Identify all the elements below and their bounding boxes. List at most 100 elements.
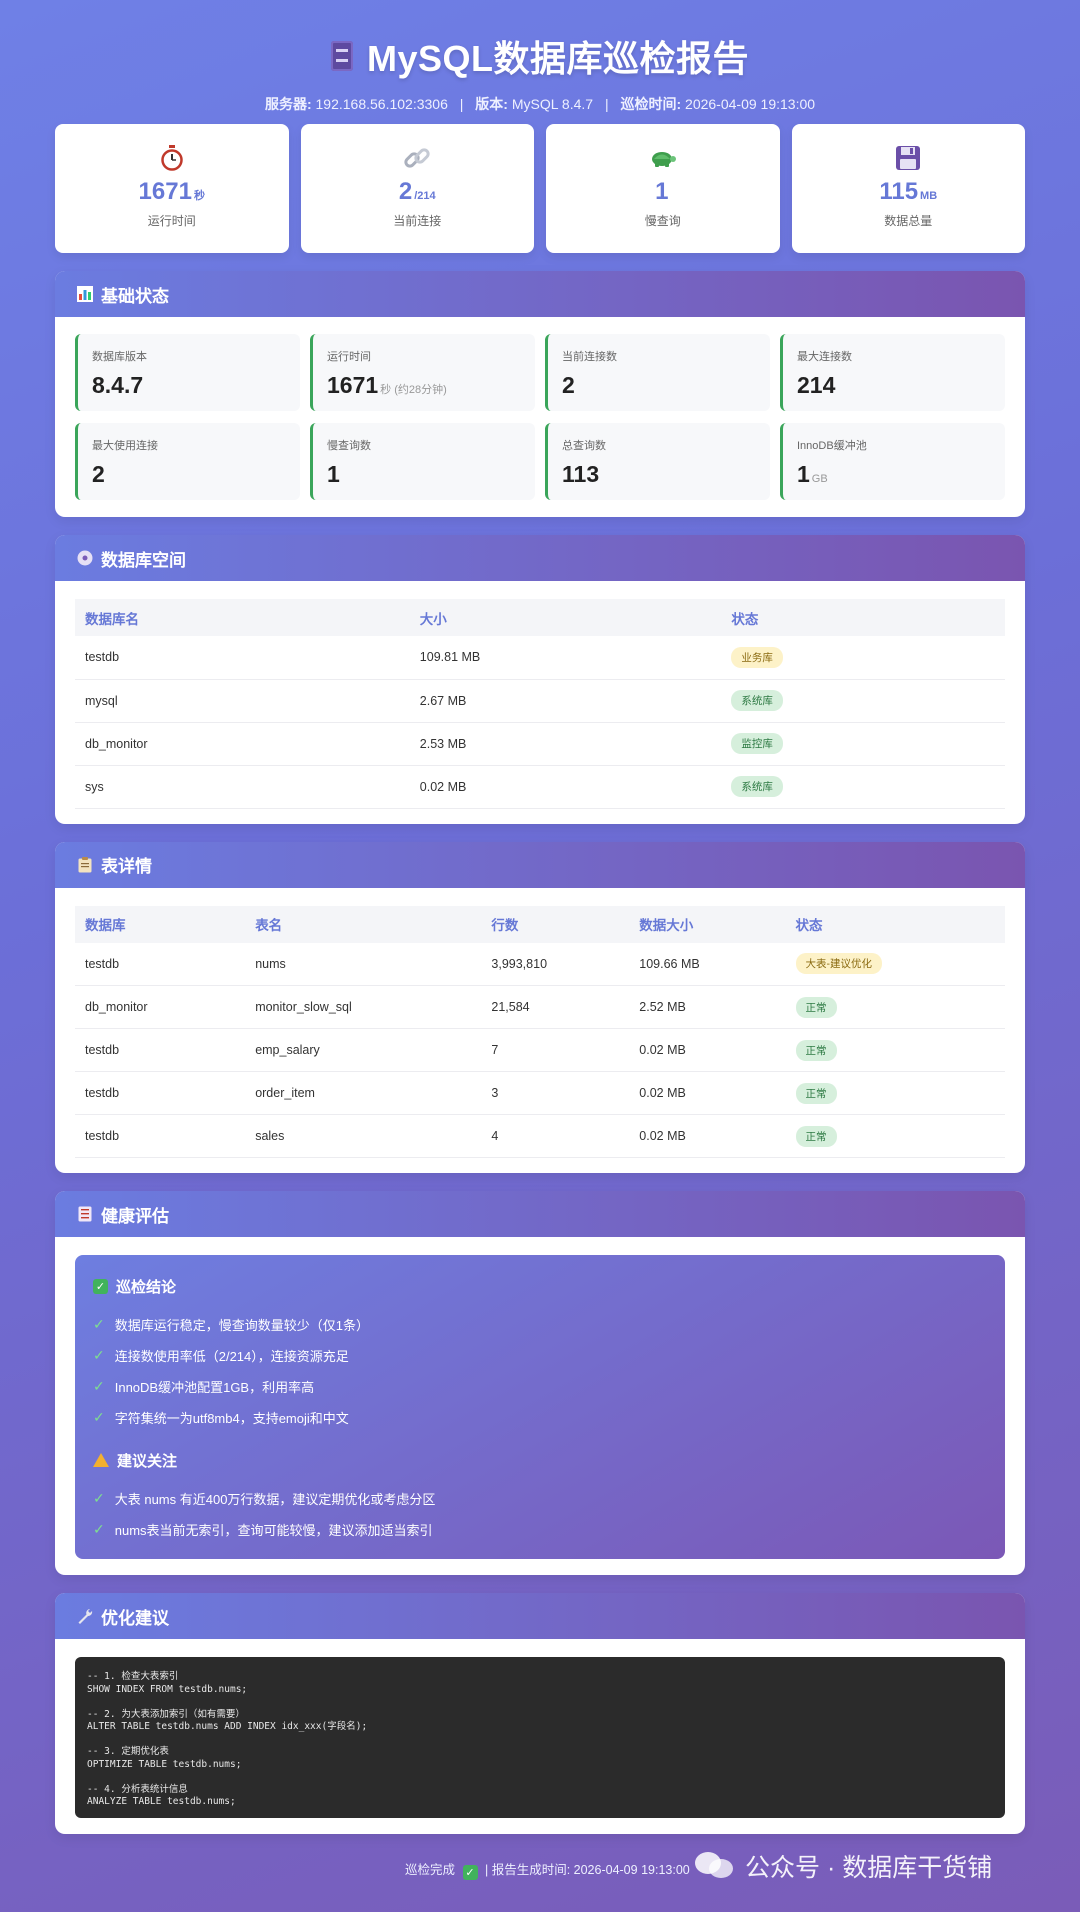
stat-unit: MB bbox=[920, 190, 938, 202]
health-card-icon bbox=[78, 1206, 92, 1222]
checkmark-icon: ✓ bbox=[93, 1347, 105, 1363]
db-size-cell: 0.02 MB bbox=[409, 765, 722, 809]
status-cell: 总查询数 113 bbox=[545, 423, 770, 500]
section-title: 优化建议 bbox=[101, 1608, 169, 1628]
watermark-text: 公众号 · 数据库干货铺 bbox=[745, 1854, 993, 1882]
status-label: 慢查询数 bbox=[327, 440, 371, 452]
column-header: 状态 bbox=[721, 599, 1005, 636]
attention-list: ✓ 大表 nums 有近400万行数据，建议定期优化或考虑分区 ✓ nums表当前无… bbox=[93, 1483, 987, 1545]
conclusion-heading: ✓ 巡检结论 bbox=[93, 1273, 987, 1299]
checkmark-icon: ✓ bbox=[93, 1409, 105, 1425]
wrench-icon bbox=[78, 1609, 93, 1624]
basic-status-section: 基础状态 数据库版本 8.4.7 运行时间 1671 秒 (约28分钟) 当前连接数 2… bbox=[55, 271, 1025, 517]
section-title: 健康评估 bbox=[101, 1206, 169, 1226]
list-item-text: 字符集统一为utf8mb4，支持emoji和中文 bbox=[114, 1411, 349, 1426]
stat-value: 1 bbox=[655, 178, 669, 205]
row-count-cell: 4 bbox=[481, 1114, 630, 1158]
column-header: 大小 bbox=[409, 599, 722, 636]
table-name-cell: order_item bbox=[245, 1071, 482, 1115]
file-cabinet-icon bbox=[330, 41, 353, 71]
optimization-section: 优化建议 -- 1. 检查大表索引 SHOW INDEX FROM testdb… bbox=[55, 1593, 1025, 1834]
table-row: mysql 2.67 MB 系统库 bbox=[75, 679, 1005, 723]
stat-value: 2 bbox=[398, 178, 413, 205]
stopwatch-icon bbox=[161, 145, 183, 171]
stat-value: 1671 bbox=[138, 178, 192, 205]
list-item: ✓ nums表当前无索引，查询可能较慢，建议添加适当索引 bbox=[93, 1514, 987, 1545]
table-row: testdb emp_salary 7 0.02 MB 正常 bbox=[75, 1028, 1005, 1072]
db-cell: testdb bbox=[75, 1114, 246, 1158]
status-value: 8.4.7 bbox=[92, 372, 144, 398]
status-label: 最大连接数 bbox=[797, 351, 852, 363]
database-space-table: 数据库名 大小 状态 testdb 109.81 MB 业务库 mysql 2.67 M… bbox=[75, 599, 1005, 809]
inspection-time-label: 巡检时间: bbox=[620, 96, 682, 112]
table-status-cell: 正常 bbox=[785, 985, 1005, 1029]
db-status-cell: 系统库 bbox=[721, 679, 1005, 723]
stat-label: 慢查询 bbox=[644, 214, 681, 228]
data-size-cell: 0.02 MB bbox=[629, 1114, 786, 1158]
table-status-cell: 正常 bbox=[785, 1028, 1005, 1072]
link-icon bbox=[404, 148, 430, 168]
check-box-icon: ✓ bbox=[462, 1865, 478, 1880]
table-name-cell: sales bbox=[245, 1114, 482, 1158]
table-name-cell: emp_salary bbox=[245, 1028, 482, 1072]
stat-card-slow-queries: 1 慢查询 bbox=[546, 124, 780, 253]
status-value: 214 bbox=[797, 372, 836, 398]
version-label: 版本: bbox=[475, 96, 508, 112]
status-value: 2 bbox=[562, 372, 575, 398]
status-cell: 慢查询数 1 bbox=[310, 423, 535, 500]
attention-heading: 建议关注 bbox=[93, 1447, 987, 1473]
table-row: testdb 109.81 MB 业务库 bbox=[75, 636, 1005, 680]
list-item-text: 数据库运行稳定，慢查询数量较少（仅1条） bbox=[114, 1318, 369, 1333]
report-meta: 服务器: 192.168.56.102:3306 | 版本: MySQL 8.4… bbox=[264, 96, 816, 112]
turtle-icon bbox=[651, 152, 676, 167]
db-cell: testdb bbox=[75, 1028, 246, 1072]
server-value: 192.168.56.102:3306 bbox=[315, 96, 448, 112]
column-header: 数据大小 bbox=[629, 905, 786, 943]
list-item: ✓ InnoDB缓冲池配置1GB，利用率高 bbox=[93, 1371, 987, 1402]
db-name-cell: db_monitor bbox=[75, 722, 410, 766]
column-header: 状态 bbox=[785, 905, 1005, 943]
table-row: testdb order_item 3 0.02 MB 正常 bbox=[75, 1071, 1005, 1115]
footer-generated-time: | 报告生成时间: 2026-04-09 19:13:00 bbox=[484, 1863, 690, 1877]
db-cell: testdb bbox=[75, 942, 246, 986]
warning-icon bbox=[93, 1453, 109, 1467]
status-unit: 秒 (约28分钟) bbox=[380, 384, 447, 396]
list-item: ✓ 大表 nums 有近400万行数据，建议定期优化或考虑分区 bbox=[93, 1483, 987, 1514]
table-row: testdb nums 3,993,810 109.66 MB 大表-建议优化 bbox=[75, 942, 1005, 986]
page-title: MySQL数据库巡检报告 bbox=[55, 30, 1025, 82]
list-item-text: 连接数使用率低（2/214），连接资源充足 bbox=[114, 1349, 349, 1364]
db-name-cell: sys bbox=[75, 765, 410, 809]
sql-code-block[interactable]: -- 1. 检查大表索引 SHOW INDEX FROM testdb.nums… bbox=[75, 1657, 1005, 1818]
basic-status-grid: 数据库版本 8.4.7 运行时间 1671 秒 (约28分钟) 当前连接数 2 最大连接… bbox=[75, 334, 1005, 500]
page-title-text: MySQL数据库巡检报告 bbox=[366, 38, 749, 79]
status-value: 2 bbox=[92, 461, 105, 487]
status-cell: 当前连接数 2 bbox=[545, 334, 770, 411]
table-status-cell: 正常 bbox=[785, 1114, 1005, 1158]
section-header: 优化建议 bbox=[55, 1593, 1025, 1639]
status-cell: InnoDB缓冲池 1 GB bbox=[780, 423, 1005, 500]
db-cell: db_monitor bbox=[75, 985, 246, 1029]
inspection-time-value: 2026-04-09 19:13:00 bbox=[685, 96, 816, 112]
version-value: MySQL 8.4.7 bbox=[511, 96, 594, 112]
status-value: 1 bbox=[797, 461, 810, 487]
status-badge: 监控库 bbox=[731, 733, 783, 754]
table-status-cell: 大表-建议优化 bbox=[785, 942, 1005, 986]
server-label: 服务器: bbox=[264, 96, 312, 112]
status-value: 1671 bbox=[327, 372, 379, 398]
stat-value: 115 bbox=[879, 178, 919, 205]
database-space-section: 数据库空间 数据库名 大小 状态 testdb 109.81 MB 业务库 mysql… bbox=[55, 535, 1025, 824]
db-cell: testdb bbox=[75, 1071, 246, 1115]
table-details-section: 表详情 数据库 表名 行数 数据大小 状态 testdb nums 3,993,81… bbox=[55, 841, 1025, 1173]
stat-label: 运行时间 bbox=[147, 214, 196, 228]
data-size-cell: 0.02 MB bbox=[629, 1028, 786, 1072]
status-value: 113 bbox=[562, 461, 600, 487]
row-count-cell: 3,993,810 bbox=[481, 942, 630, 986]
footer-status: 巡检完成 ✓ | 报告生成时间: 2026-04-09 19:13:00 bbox=[405, 1859, 690, 1880]
table-name-cell: nums bbox=[245, 942, 482, 986]
stat-card-data-size: 115 MB 数据总量 bbox=[791, 124, 1025, 253]
summary-cards: 1671 秒 运行时间 2/214 当前连接 1 慢查询 115 MB 数据总量 bbox=[55, 124, 1025, 253]
status-unit: GB bbox=[811, 473, 828, 485]
status-badge: 大表-建议优化 bbox=[795, 953, 882, 975]
stat-label: 数据总量 bbox=[884, 214, 933, 228]
db-size-cell: 109.81 MB bbox=[409, 636, 722, 680]
